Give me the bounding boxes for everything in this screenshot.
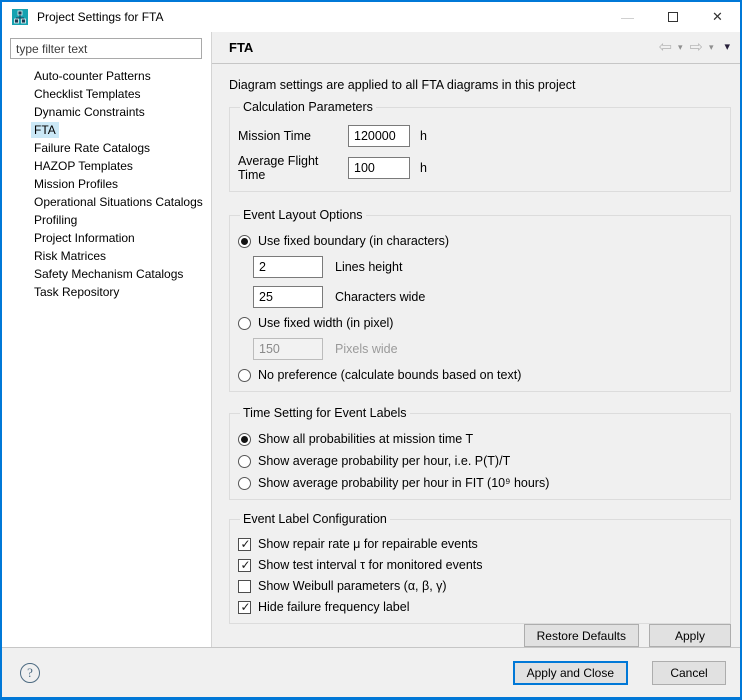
help-icon[interactable]: ?: [20, 663, 40, 683]
radio-icon[interactable]: [238, 477, 251, 490]
sidebar-item-risk-matrices[interactable]: Risk Matrices: [2, 247, 211, 265]
group-event-label-configuration: Event Label Configuration Show repair ra…: [229, 512, 731, 624]
window-controls: — ✕: [605, 2, 740, 32]
sidebar-item-task-repository[interactable]: Task Repository: [2, 283, 211, 301]
pixels-wide-row: Pixels wide: [253, 338, 722, 360]
mission-time-t-option[interactable]: Show all probabilities at mission time T: [238, 432, 722, 446]
sidebar-item-profiling[interactable]: Profiling: [2, 211, 211, 229]
pixels-wide-input: [253, 338, 323, 360]
apply-and-close-button[interactable]: Apply and Close: [513, 661, 628, 685]
maximize-button[interactable]: [650, 2, 695, 32]
sidebar-item-hazop-templates[interactable]: HAZOP Templates: [2, 157, 211, 175]
weibull-parameters-label: Show Weibull parameters (α, β, γ): [258, 579, 447, 593]
fit-label: Show average probability per hour in FIT…: [258, 476, 549, 490]
apply-button[interactable]: Apply: [649, 624, 731, 647]
checkbox-icon[interactable]: [238, 580, 251, 593]
filter-input[interactable]: [10, 38, 202, 59]
page-nav: ⇦ ▾ ⇨ ▾ ▾: [659, 40, 730, 56]
mission-time-row: Mission Time h: [238, 125, 722, 147]
mission-time-unit: h: [420, 129, 427, 143]
settings-sidebar: Auto-counter Patterns Checklist Template…: [2, 32, 212, 647]
minimize-icon: —: [621, 10, 634, 25]
fixed-width-option[interactable]: Use fixed width (in pixel): [238, 316, 722, 330]
fixed-boundary-option[interactable]: Use fixed boundary (in characters): [238, 234, 722, 248]
no-preference-option[interactable]: No preference (calculate bounds based on…: [238, 368, 722, 382]
group-event-layout-options: Event Layout Options Use fixed boundary …: [229, 208, 731, 392]
mission-time-input[interactable]: [348, 125, 410, 147]
radio-icon[interactable]: [238, 317, 251, 330]
radio-icon[interactable]: [238, 369, 251, 382]
settings-tree: Auto-counter Patterns Checklist Template…: [2, 67, 211, 301]
sidebar-item-operational-situations-catalogs[interactable]: Operational Situations Catalogs: [2, 193, 211, 211]
hide-failure-frequency-option[interactable]: Hide failure frequency label: [238, 600, 722, 614]
lines-height-row: Lines height: [253, 256, 722, 278]
radio-icon[interactable]: [238, 433, 251, 446]
settings-page: FTA ⇦ ▾ ⇨ ▾ ▾ Diagram settings are appli…: [212, 32, 740, 647]
view-menu-icon[interactable]: ▾: [724, 42, 730, 53]
test-interval-label: Show test interval τ for monitored event…: [258, 558, 483, 572]
weibull-parameters-option[interactable]: Show Weibull parameters (α, β, γ): [238, 579, 722, 593]
restore-defaults-button[interactable]: Restore Defaults: [524, 624, 639, 647]
sidebar-item-mission-profiles[interactable]: Mission Profiles: [2, 175, 211, 193]
characters-wide-label: Characters wide: [335, 290, 425, 304]
fixed-boundary-label: Use fixed boundary (in characters): [258, 234, 449, 248]
average-flight-time-row: Average Flight Time h: [238, 154, 722, 182]
group-legend: Event Label Configuration: [240, 512, 390, 526]
close-button[interactable]: ✕: [695, 2, 740, 32]
no-preference-label: No preference (calculate bounds based on…: [258, 368, 521, 382]
back-dropdown-icon[interactable]: ▾: [678, 43, 683, 52]
pixels-wide-label: Pixels wide: [335, 342, 398, 356]
page-title: FTA: [229, 40, 253, 55]
dialog-button-bar: Apply and Close Cancel: [513, 661, 726, 685]
mission-time-t-label: Show all probabilities at mission time T: [258, 432, 473, 446]
page-description: Diagram settings are applied to all FTA …: [229, 78, 731, 92]
checkbox-icon[interactable]: [238, 538, 251, 551]
hide-failure-frequency-label: Hide failure frequency label: [258, 600, 409, 614]
repair-rate-option[interactable]: Show repair rate μ for repairable events: [238, 537, 722, 551]
sidebar-item-checklist-templates[interactable]: Checklist Templates: [2, 85, 211, 103]
lines-height-label: Lines height: [335, 260, 402, 274]
sidebar-item-project-information[interactable]: Project Information: [2, 229, 211, 247]
radio-icon[interactable]: [238, 235, 251, 248]
characters-wide-row: Characters wide: [253, 286, 722, 308]
sidebar-item-fta[interactable]: FTA: [2, 121, 211, 139]
minimize-button: —: [605, 2, 650, 32]
cancel-button[interactable]: Cancel: [652, 661, 726, 685]
sidebar-item-safety-mechanism-catalogs[interactable]: Safety Mechanism Catalogs: [2, 265, 211, 283]
checkbox-icon[interactable]: [238, 601, 251, 614]
group-calculation-parameters: Calculation Parameters Mission Time h Av…: [229, 100, 731, 192]
page-header: FTA ⇦ ▾ ⇨ ▾ ▾: [212, 32, 740, 64]
title-bar: Project Settings for FTA — ✕: [2, 2, 740, 32]
close-icon: ✕: [712, 9, 723, 25]
group-legend: Calculation Parameters: [240, 100, 376, 114]
project-settings-dialog: Project Settings for FTA — ✕ Auto-counte…: [0, 0, 742, 700]
fixed-width-label: Use fixed width (in pixel): [258, 316, 393, 330]
checkbox-icon[interactable]: [238, 559, 251, 572]
radio-icon[interactable]: [238, 455, 251, 468]
fta-app-icon: [12, 9, 28, 25]
group-time-setting: Time Setting for Event Labels Show all p…: [229, 406, 731, 500]
average-flight-time-input[interactable]: [348, 157, 410, 179]
maximize-icon: [668, 12, 678, 22]
test-interval-option[interactable]: Show test interval τ for monitored event…: [238, 558, 722, 572]
lines-height-input[interactable]: [253, 256, 323, 278]
group-legend: Event Layout Options: [240, 208, 366, 222]
average-flight-time-unit: h: [420, 161, 427, 175]
repair-rate-label: Show repair rate μ for repairable events: [258, 537, 478, 551]
characters-wide-input[interactable]: [253, 286, 323, 308]
window-title: Project Settings for FTA: [37, 10, 164, 24]
dialog-footer: ? Apply and Close Cancel: [2, 647, 740, 697]
back-icon[interactable]: ⇦: [659, 40, 672, 56]
avg-probability-label: Show average probability per hour, i.e. …: [258, 454, 510, 468]
forward-dropdown-icon[interactable]: ▾: [709, 43, 714, 52]
sidebar-item-failure-rate-catalogs[interactable]: Failure Rate Catalogs: [2, 139, 211, 157]
sidebar-item-auto-counter-patterns[interactable]: Auto-counter Patterns: [2, 67, 211, 85]
average-flight-time-label: Average Flight Time: [238, 154, 348, 182]
forward-icon[interactable]: ⇨: [690, 40, 703, 56]
avg-probability-option[interactable]: Show average probability per hour, i.e. …: [238, 454, 722, 468]
group-legend: Time Setting for Event Labels: [240, 406, 410, 420]
fit-option[interactable]: Show average probability per hour in FIT…: [238, 476, 722, 490]
sidebar-item-dynamic-constraints[interactable]: Dynamic Constraints: [2, 103, 211, 121]
mission-time-label: Mission Time: [238, 129, 348, 143]
